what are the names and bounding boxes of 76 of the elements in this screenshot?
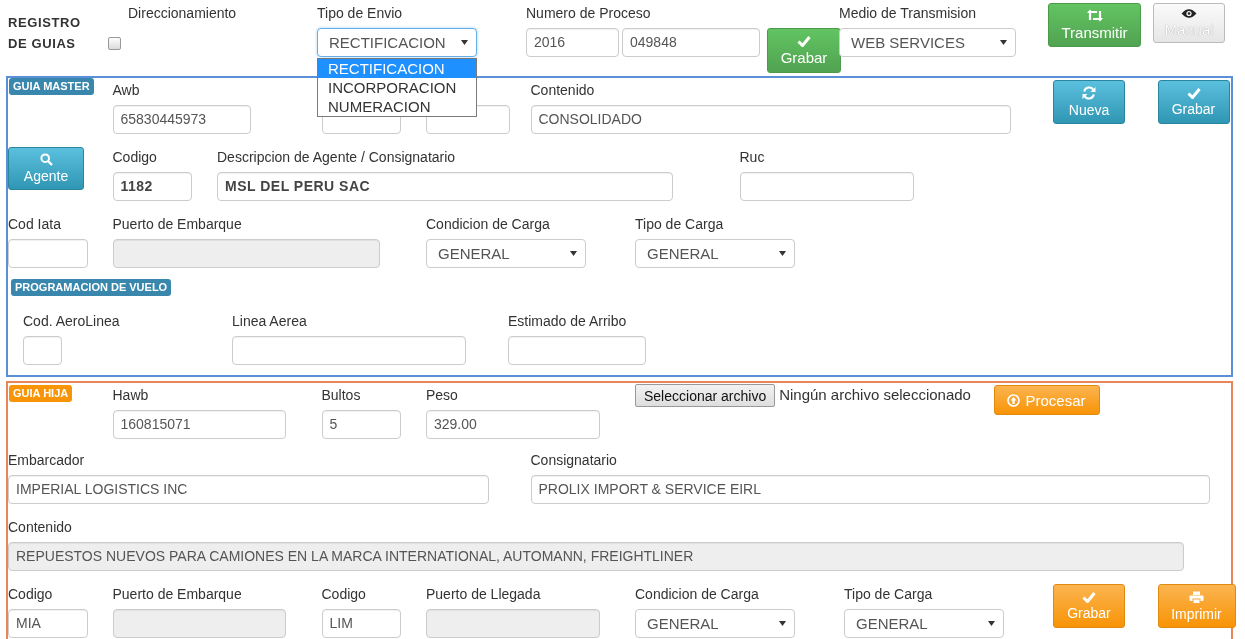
- field-label: Tipo de Carga: [844, 585, 933, 604]
- text-field[interactable]: CONSOLIDADO: [530, 105, 1011, 134]
- field-label: Ruc: [739, 148, 765, 167]
- text-field[interactable]: [508, 336, 646, 365]
- field-label: Puerto de Embarque: [112, 215, 242, 234]
- dropdown-option[interactable]: INCORPORACION: [318, 78, 476, 97]
- section-badge: GUIA MASTER: [9, 78, 94, 95]
- field-label: Numero de Proceso: [526, 4, 652, 23]
- section-badge: GUIA HIJA: [9, 385, 73, 402]
- text-field[interactable]: 5: [321, 410, 401, 439]
- field-label: Contenido: [8, 518, 72, 537]
- caret-icon: [570, 251, 577, 256]
- field-label: Codigo: [8, 585, 53, 604]
- field-label: Estimado de Arribo: [508, 312, 627, 331]
- field-label: Hawb: [112, 386, 149, 405]
- caret-icon: [461, 40, 468, 45]
- file-status-text: Ningún archivo seleccionado: [779, 385, 971, 405]
- field-label: Peso: [426, 386, 458, 405]
- text-field[interactable]: [23, 336, 62, 365]
- dropdown-option[interactable]: NUMERACION: [318, 97, 476, 116]
- field-label: Cod Iata: [8, 215, 61, 234]
- field-label: Tipo de Carga: [635, 215, 724, 234]
- page-title: REGISTRO DE GUIAS: [8, 14, 82, 53]
- dropdown[interactable]: GENERAL: [844, 609, 1004, 638]
- dropdown[interactable]: RECTIFICACION: [317, 28, 477, 57]
- check-icon: [1082, 591, 1096, 603]
- dropdown[interactable]: GENERAL: [635, 239, 795, 268]
- field-label: Contenido: [530, 81, 595, 100]
- text-field[interactable]: 329.00: [426, 410, 600, 439]
- field-label: Direccionamiento: [128, 4, 238, 23]
- field-label: Puerto de Llegada: [426, 585, 541, 604]
- eye-icon: [1181, 8, 1197, 19]
- file-select-button[interactable]: Seleccionar archivo: [635, 384, 776, 407]
- text-field[interactable]: 049848: [622, 28, 760, 57]
- check-icon: [1186, 87, 1201, 99]
- text-field[interactable]: [739, 172, 914, 201]
- field-label: Linea Aerea: [232, 312, 307, 331]
- field-label: Consignatario: [530, 451, 617, 470]
- print-icon: [1189, 590, 1204, 604]
- field-label: Codigo: [321, 585, 366, 604]
- dropdown[interactable]: GENERAL: [635, 609, 795, 638]
- search-icon: [39, 153, 53, 166]
- field-label: Condicion de Carga: [426, 215, 550, 234]
- field-label: Bultos: [321, 386, 361, 405]
- dropdown[interactable]: GENERAL: [426, 239, 586, 268]
- text-field[interactable]: LIM: [321, 609, 401, 638]
- section-badge: PROGRAMACION DE VUELO: [11, 279, 172, 296]
- caret-icon: [1000, 40, 1007, 45]
- text-field[interactable]: PROLIX IMPORT & SERVICE EIRL: [530, 475, 1210, 504]
- upload-icon: [1007, 393, 1021, 407]
- field-label: Embarcador: [8, 451, 85, 470]
- field-label: Codigo: [112, 148, 157, 167]
- field-label: Condicion de Carga: [635, 585, 759, 604]
- field-label: Descripcion de Agente / Consignatario: [217, 148, 456, 167]
- text-field[interactable]: 65830445973: [112, 105, 251, 134]
- text-field[interactable]: [8, 239, 88, 268]
- text-field[interactable]: IMPERIAL LOGISTICS INC: [8, 475, 489, 504]
- text-field[interactable]: MIA: [8, 609, 88, 638]
- field-label: Puerto de Embarque: [112, 585, 242, 604]
- caret-icon: [779, 251, 786, 256]
- text-field[interactable]: 1182: [112, 172, 192, 201]
- caret-icon: [779, 621, 786, 626]
- field-label: Cod. AeroLinea: [23, 312, 120, 331]
- text-field[interactable]: 2016: [526, 28, 619, 57]
- text-field[interactable]: 160815071: [112, 410, 286, 439]
- field-label: Awb: [112, 81, 140, 100]
- caret-icon: [988, 621, 995, 626]
- field-label: Medio de Transmision: [839, 4, 977, 23]
- dropdown[interactable]: WEB SERVICES: [839, 28, 1016, 57]
- checkbox[interactable]: [108, 37, 121, 50]
- loop-arrows-icon: [1086, 9, 1103, 22]
- check-icon: [797, 35, 811, 47]
- refresh-icon: [1082, 86, 1096, 100]
- field-label: Tipo de Envio: [317, 4, 404, 23]
- text-field[interactable]: [232, 336, 466, 365]
- text-field[interactable]: MSL DEL PERU SAC: [217, 172, 673, 201]
